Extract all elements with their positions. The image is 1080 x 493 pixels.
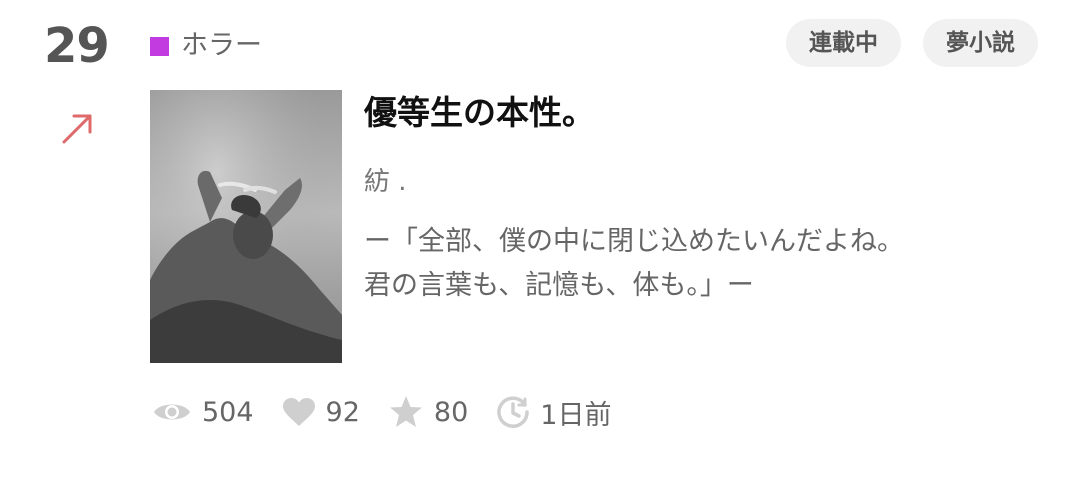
genre-color-swatch	[150, 36, 169, 56]
trend-up-arrow-icon	[62, 114, 92, 144]
star-count-value: 80	[433, 396, 469, 428]
clock-icon	[497, 396, 530, 428]
updated-time-value: 1日前	[540, 399, 612, 431]
star-count: 80	[388, 395, 468, 429]
eye-icon	[154, 404, 190, 420]
like-count: 92	[282, 397, 360, 428]
synopsis: ー「全部、僕の中に閉じ込めたいんだよね。 君の言葉も、記憶も、体も。」ー	[364, 220, 1054, 308]
heart-icon	[282, 398, 315, 426]
status-badges: 連載中 夢小説	[786, 19, 1038, 67]
work-title[interactable]: 優等生の本性。	[364, 90, 595, 136]
serialization-badge[interactable]: 連載中	[786, 19, 901, 67]
star-icon	[389, 396, 422, 427]
genre-label: ホラー	[181, 30, 262, 61]
rank-number: 29	[44, 18, 110, 74]
dream-novel-badge[interactable]: 夢小説	[923, 19, 1038, 67]
synopsis-line: ー「全部、僕の中に閉じ込めたいんだよね。	[364, 226, 904, 257]
like-count-value: 92	[325, 396, 360, 428]
synopsis-line: 君の言葉も、記憶も、体も。」ー	[364, 270, 754, 301]
view-count: 504	[152, 397, 254, 428]
stats-row: 504 92 80 1日前	[152, 390, 639, 434]
genre-tag[interactable]: ホラー	[150, 26, 262, 66]
updated-time: 1日前	[496, 393, 611, 432]
author-name[interactable]: 紡 .	[364, 163, 407, 201]
cover-image[interactable]	[150, 90, 342, 363]
view-count-value: 504	[202, 396, 254, 428]
